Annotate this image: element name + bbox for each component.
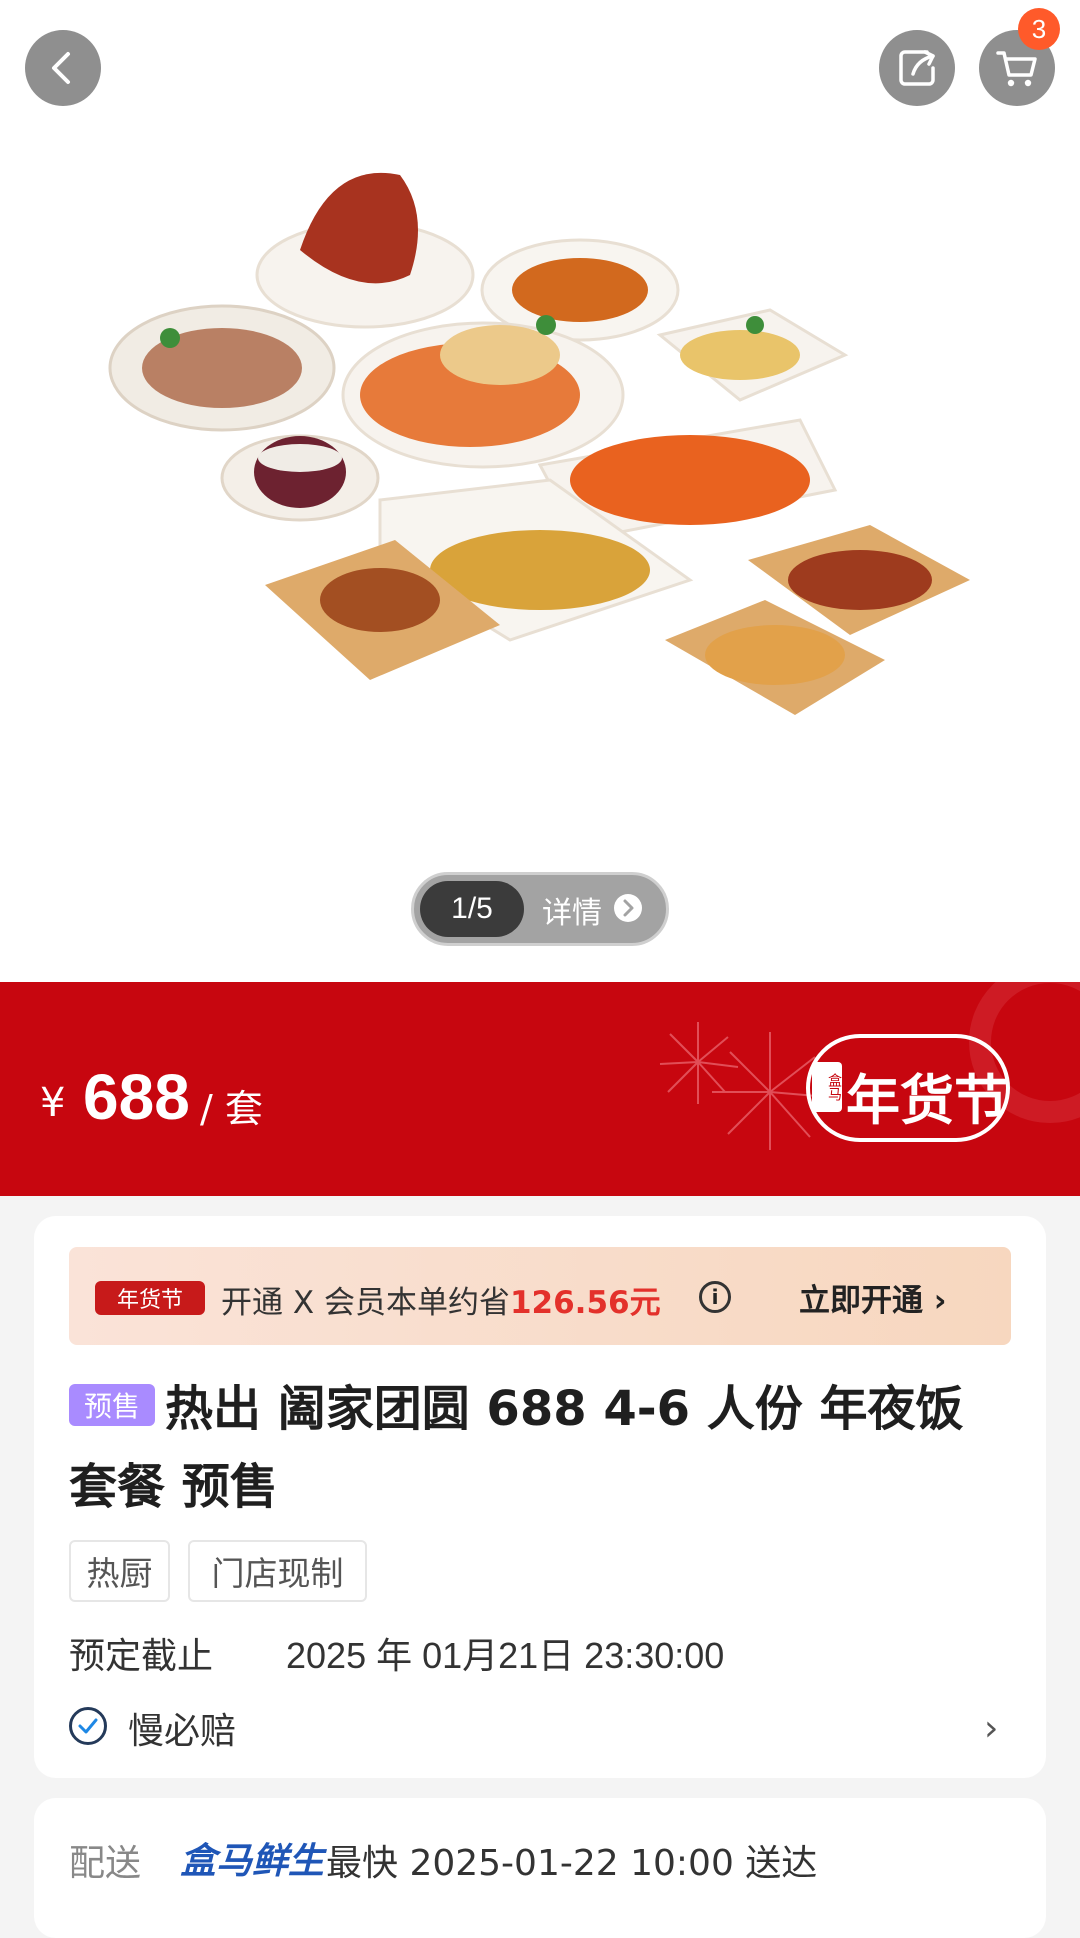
- product-chip: 热厨: [69, 1540, 170, 1602]
- share-icon: [899, 50, 935, 86]
- chevron-right-icon: [614, 894, 642, 922]
- cart-icon: [996, 51, 1037, 87]
- product-chip: 门店现制: [188, 1540, 367, 1602]
- member-festival-tag: 年货节: [95, 1281, 205, 1315]
- deadline-label: 预定截止: [69, 1636, 214, 1677]
- check-circle-icon: [69, 1707, 107, 1745]
- cart-count-badge: 3: [1018, 8, 1060, 50]
- price-unit: / 套: [200, 1087, 263, 1131]
- delivery-label: 配送: [69, 1843, 142, 1884]
- presale-tag: 预售: [69, 1384, 155, 1426]
- guarantee-label[interactable]: 慢必赔: [128, 1702, 236, 1754]
- chevron-right-icon[interactable]: ›: [984, 1708, 998, 1749]
- product-title: 热出 阖家团圆 688 4-6 人份 年夜饭套餐 预售: [69, 1381, 964, 1515]
- info-icon[interactable]: i: [699, 1281, 731, 1313]
- back-button[interactable]: [25, 30, 101, 106]
- gallery-counter: 1/5: [420, 881, 524, 937]
- delivery-brand-logo: 盒马鲜生: [180, 1841, 325, 1882]
- member-promo-banner[interactable]: 年货节 开通 X 会员本单约省126.56元 i 立即开通 ›: [69, 1247, 1011, 1345]
- festival-logo-text: 年货节: [846, 1069, 1008, 1132]
- member-activate-button[interactable]: 立即开通 ›: [799, 1275, 947, 1320]
- deadline-value: 2025 年 01月21日 23:30:00: [286, 1635, 725, 1676]
- member-saving-amount: 126.56元: [509, 1285, 661, 1321]
- price-currency: ¥: [40, 1080, 66, 1126]
- gallery-detail-link[interactable]: 详情: [542, 888, 602, 932]
- food-platter-image: [108, 172, 970, 715]
- chevron-left-icon: [52, 52, 70, 84]
- member-promo-text: 开通 X 会员本单约省126.56元: [221, 1277, 661, 1322]
- gallery-pager[interactable]: 1/5 详情: [411, 872, 669, 946]
- member-promo-label: 开通 X 会员本单约省: [221, 1285, 510, 1321]
- price-value: 688: [83, 1061, 190, 1133]
- product-gallery[interactable]: 3 1/5 详情: [0, 0, 1080, 982]
- share-button[interactable]: [879, 30, 955, 106]
- festival-logo-mark: 盒马: [812, 1062, 842, 1112]
- delivery-eta: 最快 2025-01-22 10:00 送达: [326, 1843, 818, 1884]
